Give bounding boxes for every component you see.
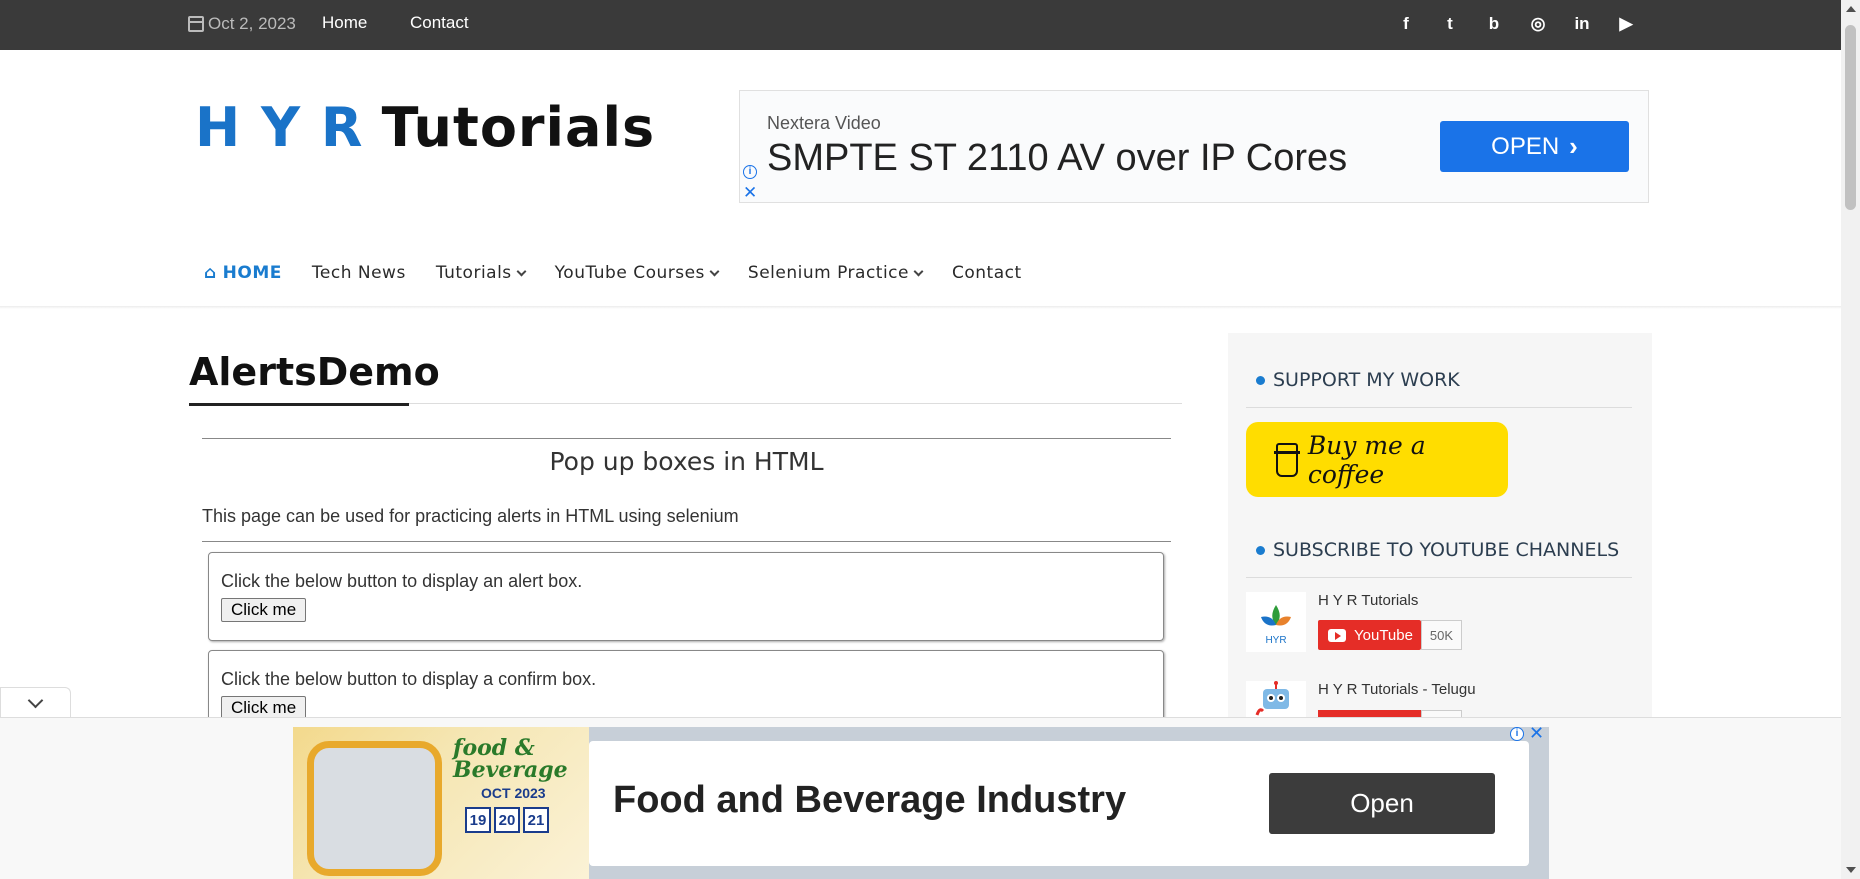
nav-youtube-courses[interactable]: YouTube Courses <box>554 263 720 283</box>
chevron-down-icon <box>516 266 527 276</box>
nav-tutorials[interactable]: Tutorials <box>435 263 527 283</box>
hyr-logo-icon: HYR <box>1261 605 1291 646</box>
alert-box-panel: Click the below button to display an ale… <box>208 552 1164 641</box>
youtube-subscribe-button-clipped[interactable] <box>1318 710 1462 717</box>
expo-ad-image[interactable]: food & Beverage OCT 2023 19 20 21 <box>293 727 589 879</box>
youtube-button-label: YouTube <box>1354 626 1413 644</box>
ad-open-label: OPEN <box>1491 132 1560 160</box>
sidebar <box>1228 333 1652 723</box>
robot-logo-icon <box>1255 681 1289 716</box>
nav-home[interactable]: ⌂ HOME <box>204 263 282 283</box>
svg-text:HYR: HYR <box>1265 635 1286 646</box>
main-navigation: ⌂ HOME Tech News Tutorials YouTube Cours… <box>204 263 1052 283</box>
home-icon: ⌂ <box>204 263 217 283</box>
support-title-text: SUPPORT MY WORK <box>1273 369 1460 391</box>
nav-contact-label: Contact <box>952 263 1022 283</box>
nav-tech-news[interactable]: Tech News <box>312 263 406 283</box>
site-logo[interactable]: H Y R Tutorials <box>195 96 655 159</box>
page-scrollbar[interactable] <box>1841 0 1860 879</box>
widget-divider <box>1246 407 1632 408</box>
youtube-subscribe-button[interactable]: YouTube <box>1318 620 1421 650</box>
blogger-icon[interactable]: b <box>1483 12 1505 36</box>
expo-date: 21 <box>523 807 549 833</box>
nav-selenium-practice[interactable]: Selenium Practice <box>747 263 924 283</box>
top-link-contact[interactable]: Contact <box>410 13 469 33</box>
expo-title: food & Beverage <box>453 735 568 783</box>
bottom-ad-headline[interactable]: Food and Beverage Industry <box>613 779 1126 822</box>
confirm-box-text: Click the below button to display a conf… <box>221 669 597 689</box>
coffee-label: Buy me a coffee <box>1307 430 1426 489</box>
widget-divider <box>1246 577 1632 578</box>
facebook-icon[interactable]: f <box>1395 12 1417 36</box>
nav-youtube-courses-label: YouTube Courses <box>554 263 705 283</box>
date-display: Oct 2, 2023 <box>188 14 296 34</box>
nav-selenium-practice-label: Selenium Practice <box>747 263 909 283</box>
expo-dates: 19 20 21 <box>465 807 549 833</box>
nav-home-label: HOME <box>222 263 282 283</box>
ad-close-icon[interactable]: ✕ <box>1529 723 1544 744</box>
date-text: Oct 2, 2023 <box>208 14 296 33</box>
buy-me-a-coffee-button[interactable]: Buy me a coffee <box>1246 422 1508 497</box>
logo-part-hyr: H Y R <box>195 96 364 159</box>
channel-avatar[interactable] <box>1246 681 1306 717</box>
expo-date: 20 <box>494 807 520 833</box>
alert-button[interactable]: Click me <box>221 598 307 622</box>
chevron-right-icon: › <box>1569 131 1578 161</box>
confirm-box-panel: Click the below button to display a conf… <box>208 650 1164 725</box>
ad-headline[interactable]: SMPTE ST 2110 AV over IP Cores <box>767 137 1347 180</box>
header-divider <box>0 306 1841 309</box>
subscribe-title-text: SUBSCRIBE TO YOUTUBE CHANNELS <box>1273 539 1620 561</box>
divider <box>202 438 1171 439</box>
chevron-down-icon <box>913 266 924 276</box>
nav-tutorials-label: Tutorials <box>435 263 512 283</box>
divider <box>202 541 1171 542</box>
chevron-down-icon <box>27 692 44 709</box>
social-links: f t b ◎ in ▶ <box>1395 12 1637 36</box>
nav-tech-news-label: Tech News <box>311 263 406 283</box>
twitter-icon[interactable]: t <box>1439 12 1461 36</box>
logo-part-tutorials: Tutorials <box>381 96 656 159</box>
channel-name[interactable]: H Y R Tutorials <box>1318 592 1418 609</box>
ad-info-icon[interactable]: i <box>1510 727 1524 741</box>
top-ad-banner[interactable]: Nextera Video SMPTE ST 2110 AV over IP C… <box>739 90 1649 203</box>
collapse-ad-button[interactable] <box>0 687 71 717</box>
ad-open-button[interactable]: OPEN › <box>1440 121 1629 172</box>
channel-avatar[interactable]: HYR <box>1246 592 1306 652</box>
calendar-icon <box>188 16 204 32</box>
bottom-ad-banner[interactable]: food & Beverage OCT 2023 19 20 21 Food a… <box>293 723 1549 879</box>
scroll-down-arrow-icon[interactable] <box>1846 867 1856 873</box>
coffee-cup-icon <box>1274 442 1300 477</box>
bottom-ad-open-button[interactable]: Open <box>1269 773 1495 834</box>
top-bar: Oct 2, 2023 Home Contact f t b ◎ in ▶ <box>0 0 1841 50</box>
channel-name[interactable]: H Y R Tutorials - Telugu <box>1318 681 1476 698</box>
chevron-down-icon <box>709 266 720 276</box>
expo-month: OCT 2023 <box>481 785 546 801</box>
linkedin-icon[interactable]: in <box>1571 12 1593 36</box>
page-title: AlertsDemo <box>189 350 440 394</box>
scroll-up-arrow-icon[interactable] <box>1846 6 1856 12</box>
expo-date: 19 <box>465 807 491 833</box>
instagram-icon[interactable]: ◎ <box>1527 12 1549 36</box>
bullet-dot <box>1256 375 1265 385</box>
alert-box-text: Click the below button to display an ale… <box>221 571 583 591</box>
youtube-icon[interactable]: ▶ <box>1615 12 1637 36</box>
section-heading: Pop up boxes in HTML <box>549 447 824 476</box>
support-widget-title: SUPPORT MY WORK <box>1256 369 1460 391</box>
bullet-dot <box>1256 545 1265 555</box>
ad-close-icon[interactable]: ✕ <box>743 183 757 203</box>
ad-info-icon[interactable]: i <box>743 165 757 179</box>
page-description: This page can be used for practicing ale… <box>202 506 739 526</box>
expo-product-image <box>307 741 442 876</box>
ad-advertiser: Nextera Video <box>767 113 881 133</box>
title-rule <box>409 403 1182 404</box>
title-underline <box>189 403 409 406</box>
youtube-play-icon <box>1328 628 1346 642</box>
nav-contact[interactable]: Contact <box>952 263 1022 283</box>
subscriber-count: 50K <box>1421 620 1462 650</box>
subscribe-widget-title: SUBSCRIBE TO YOUTUBE CHANNELS <box>1256 539 1619 561</box>
top-link-home[interactable]: Home <box>322 13 367 33</box>
scrollbar-thumb[interactable] <box>1845 25 1856 210</box>
